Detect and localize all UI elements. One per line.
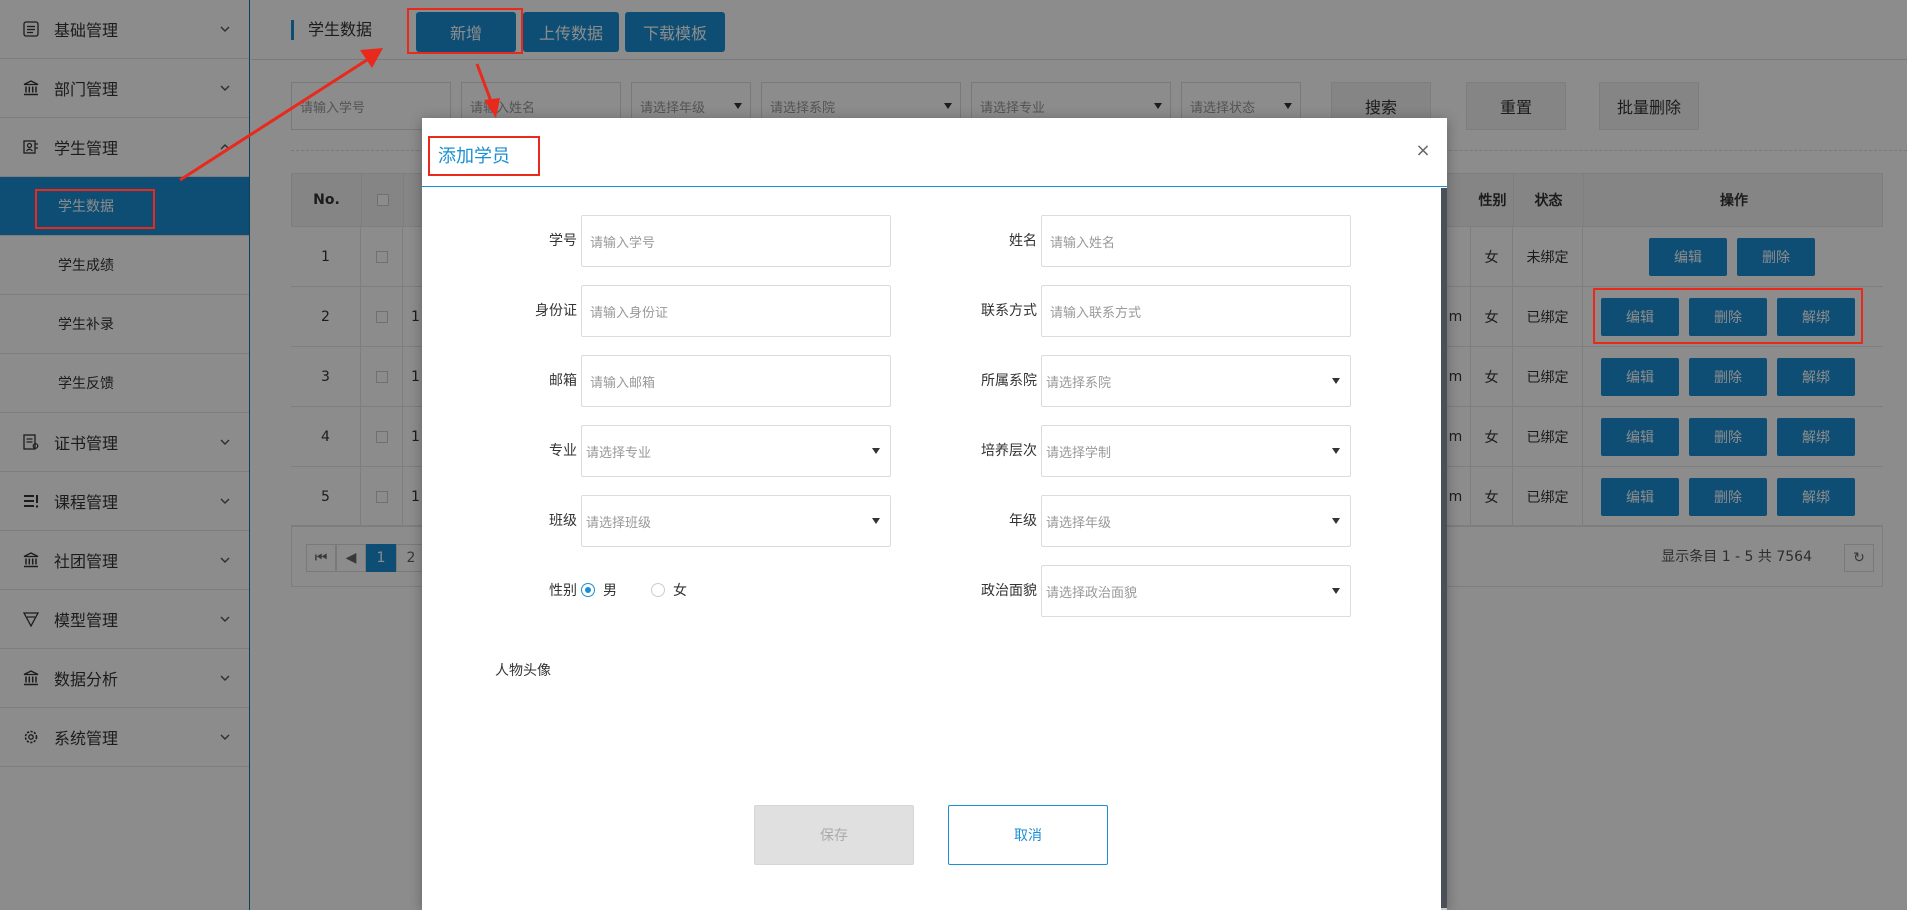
id-card-input[interactable]: 请输入身份证 [581,285,891,337]
name-input[interactable]: 请输入姓名 [1041,215,1351,267]
close-icon[interactable]: × [1413,140,1433,161]
add-student-modal: 添加学员 × 学号 请输入学号 姓名 请输入姓名 身份证 请输入身份证 联系方式… [422,118,1447,910]
avatar-label: 人物头像 [495,663,551,679]
contact-label: 联系方式 [981,303,1037,319]
save-button[interactable]: 保存 [754,805,914,865]
dept-select-text: 请选择系院 [1046,375,1112,391]
radio-checked-icon [581,583,595,597]
avatar-upload-area[interactable] [581,648,701,768]
grade-select[interactable]: 请选择年级 [1041,495,1351,547]
major-label: 专业 [549,443,577,459]
major-select[interactable]: 请选择专业 [581,425,891,477]
caret-down-icon [1332,378,1340,384]
caret-down-icon [1332,588,1340,594]
level-select-text: 请选择学制 [1046,445,1112,461]
caret-down-icon [1332,448,1340,454]
grade-select-text: 请选择年级 [1046,515,1112,531]
modal-title: 添加学员 [438,146,510,167]
gender-female-radio[interactable]: 女 [651,580,687,600]
level-select[interactable]: 请选择学制 [1041,425,1351,477]
email-label: 邮箱 [549,373,577,389]
id-card-label: 身份证 [535,303,577,319]
student-id-label: 学号 [549,233,577,249]
gender-label: 性别 [549,583,577,599]
email-input[interactable]: 请输入邮箱 [581,355,891,407]
dept-label: 所属系院 [981,373,1037,389]
class-select[interactable]: 请选择班级 [581,495,891,547]
major-select-text: 请选择专业 [586,445,652,461]
caret-down-icon [872,518,880,524]
dept-select[interactable]: 请选择系院 [1041,355,1351,407]
female-label: 女 [673,583,687,599]
cancel-button[interactable]: 取消 [948,805,1108,865]
modal-header: 添加学员 × [422,118,1447,187]
radio-unchecked-icon [651,583,665,597]
caret-down-icon [1332,518,1340,524]
student-id-input[interactable]: 请输入学号 [581,215,891,267]
politics-select-text: 请选择政治面貌 [1046,585,1138,601]
name-label: 姓名 [1009,233,1037,249]
level-label: 培养层次 [981,443,1037,459]
grade-label: 年级 [1009,513,1037,529]
class-select-text: 请选择班级 [586,515,652,531]
male-label: 男 [603,583,617,599]
contact-input[interactable]: 请输入联系方式 [1041,285,1351,337]
politics-select[interactable]: 请选择政治面貌 [1041,565,1351,617]
gender-male-radio[interactable]: 男 [581,580,617,600]
scrollbar-thumb[interactable] [1441,188,1447,908]
caret-down-icon [872,448,880,454]
class-label: 班级 [549,513,577,529]
politics-label: 政治面貌 [981,583,1037,599]
modal-scrollbar[interactable] [1441,188,1447,910]
